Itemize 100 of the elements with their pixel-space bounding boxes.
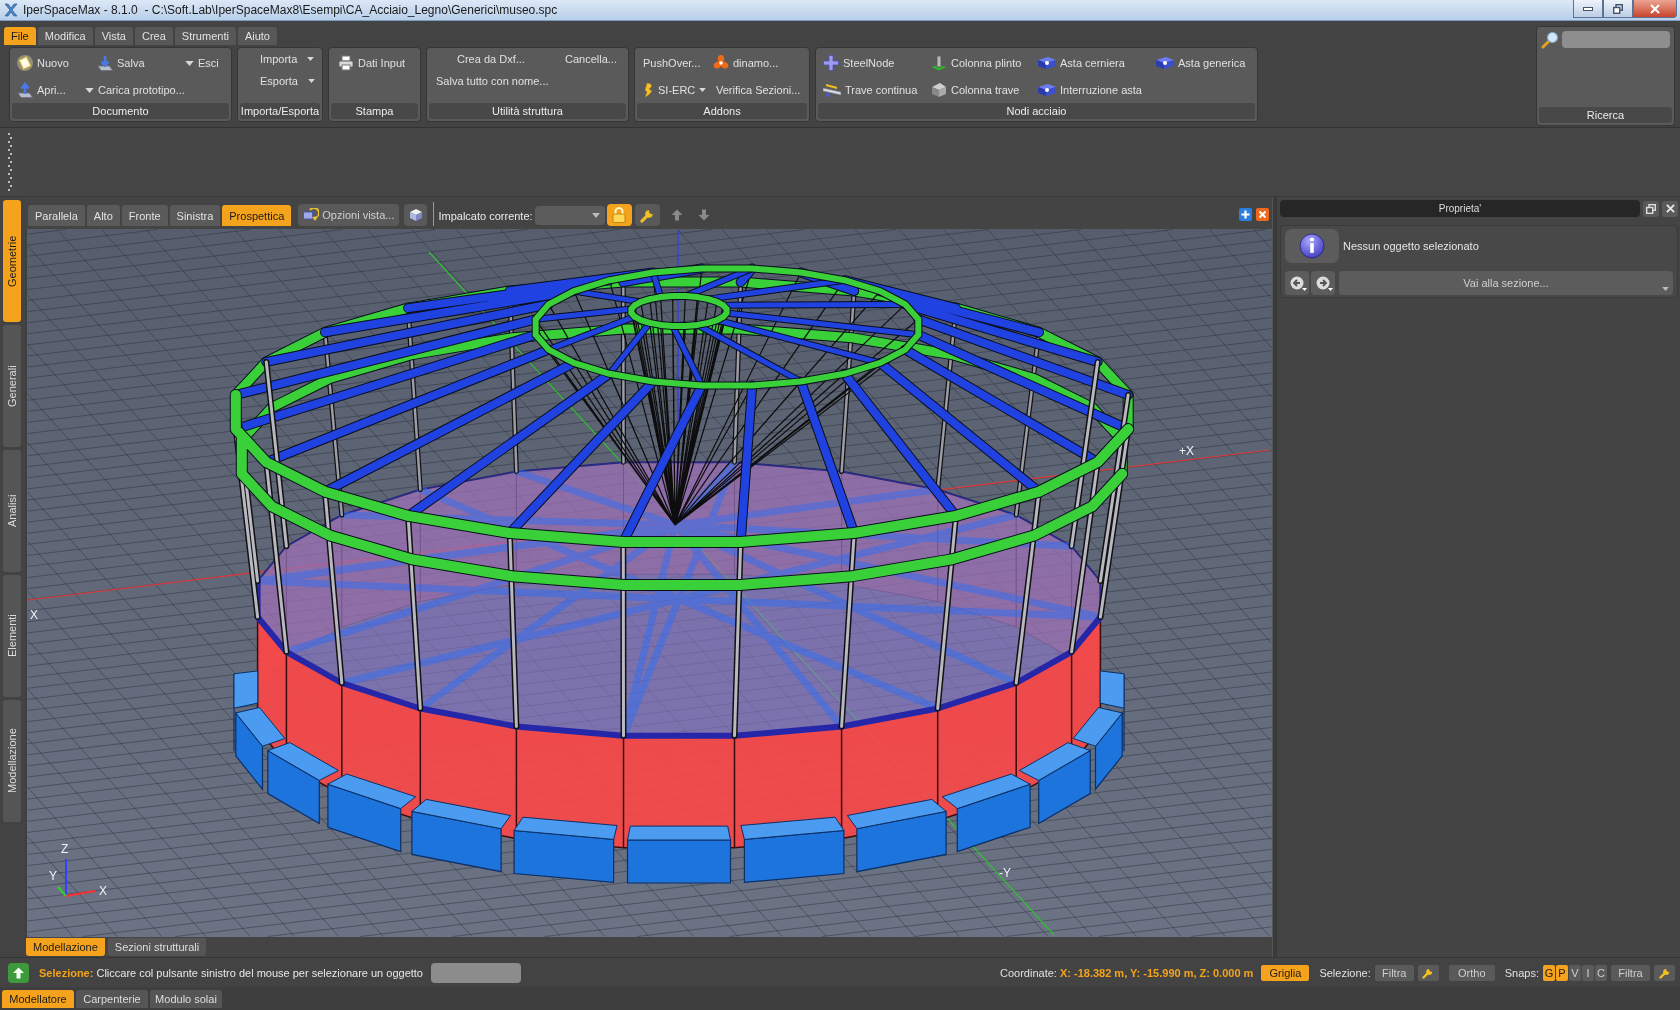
ribbon-button[interactable]: Cancella...	[565, 53, 617, 65]
arrow-up-icon	[13, 966, 24, 979]
menu-item[interactable]: Crea	[134, 27, 173, 45]
ribbon-button[interactable]: Esporta	[260, 75, 315, 87]
view-tab[interactable]: Prospettica	[222, 205, 292, 226]
section-dropdown[interactable]: Vai alla sezione...	[1339, 271, 1673, 295]
ribbon-button[interactable]: Apri...	[17, 82, 66, 98]
app-logo-icon	[4, 3, 18, 17]
view-tab[interactable]: Sinistra	[169, 205, 221, 226]
ribbon-button[interactable]: Nuovo	[17, 55, 69, 71]
cross-node-icon	[823, 55, 839, 71]
view-options-button[interactable]: Opzioni vista...	[298, 204, 400, 226]
ribbon-button[interactable]: Asta cerniera	[1038, 56, 1125, 70]
module-tab[interactable]: Modellatore	[2, 990, 74, 1008]
snaps-label: Snaps:	[1504, 966, 1539, 979]
ribbon-button[interactable]: Salva	[97, 55, 145, 71]
side-tab[interactable]: Analisi	[3, 450, 21, 572]
menu-item[interactable]: Vista	[94, 27, 133, 45]
viewport-canvas[interactable]: +X X -Y Z Y X	[27, 229, 1272, 937]
ribbon-button[interactable]: Verifica Sezioni...	[716, 84, 801, 96]
arrow-up-icon[interactable]	[670, 209, 683, 221]
filter-button[interactable]: Filtra	[1611, 964, 1650, 981]
ribbon-button[interactable]: SteelNode	[823, 55, 895, 71]
ribbon-button[interactable]: Asta generica	[1156, 56, 1246, 70]
group-title: Documento	[12, 103, 229, 119]
wrench-icon	[639, 207, 655, 223]
snap-toggle[interactable]: P	[1556, 964, 1568, 981]
close-button[interactable]	[1633, 0, 1677, 18]
restore-button[interactable]	[1643, 200, 1659, 217]
view-mode-tab[interactable]: Sezioni strutturali	[107, 938, 207, 956]
side-tab[interactable]: Generali	[3, 325, 21, 447]
grip-dots-icon	[8, 133, 12, 191]
ribbon-button[interactable]: Dati Input	[338, 55, 406, 71]
caret-down-icon	[307, 57, 315, 61]
column-beam-icon	[931, 82, 947, 98]
minimize-button[interactable]	[1573, 0, 1603, 18]
lock-button[interactable]	[606, 204, 632, 226]
menu-item[interactable]: Modifica	[37, 27, 93, 45]
side-tab[interactable]: Elementi	[3, 575, 21, 697]
side-tab[interactable]: Modellazione	[3, 700, 21, 822]
ribbon-button[interactable]: Interruzione asta	[1038, 83, 1142, 97]
cube-button[interactable]	[404, 204, 428, 226]
column-on-base-icon	[931, 55, 947, 71]
menu-item[interactable]: Strumenti	[174, 27, 236, 45]
selection-label: Selezione:	[1319, 966, 1371, 979]
beam-on-supports-icon	[823, 83, 841, 97]
menu-item[interactable]: Aiuto	[237, 27, 277, 45]
axis-triad-drawing	[57, 858, 96, 897]
close-icon	[1650, 3, 1660, 14]
group-title: Utilità struttura	[429, 103, 626, 119]
wrench-button[interactable]	[634, 204, 660, 226]
ribbon-button[interactable]: SI-ERC	[644, 82, 707, 98]
module-tab[interactable]: Carpenterie	[76, 990, 148, 1008]
search-field[interactable]	[1562, 31, 1670, 48]
grid-toggle[interactable]: Griglia	[1261, 964, 1310, 981]
arrow-up-tray-icon	[17, 82, 33, 98]
wrench-button[interactable]	[1417, 964, 1439, 981]
ribbon-button[interactable]: Colonna trave	[931, 82, 1020, 98]
view-mode-tab[interactable]: Modellazione	[26, 938, 105, 956]
arrow-down-icon[interactable]	[697, 209, 710, 221]
close-icon[interactable]	[1256, 208, 1269, 221]
status-field[interactable]	[431, 962, 521, 983]
ribbon-button[interactable]: PushOver...	[643, 57, 701, 69]
view-options-icon	[303, 208, 320, 222]
ribbon-button[interactable]: Trave continua	[823, 83, 918, 97]
caret-down-icon	[591, 213, 600, 218]
filter-button[interactable]: Filtra	[1374, 964, 1414, 981]
arrow-up-button[interactable]	[8, 962, 29, 983]
ribbon-button[interactable]: Carica prototipo...	[85, 84, 185, 96]
ribbon-button[interactable]: Crea da Dxf...	[457, 53, 525, 65]
restore-button[interactable]	[1603, 0, 1633, 18]
snap-toggle[interactable]: G	[1543, 964, 1555, 981]
snap-toggle[interactable]: C	[1595, 964, 1607, 981]
ribbon-button[interactable]: dinamo...	[713, 55, 779, 71]
snap-toggle[interactable]: V	[1569, 964, 1581, 981]
arrow-right-icon	[1316, 275, 1333, 291]
snap-toggle[interactable]: I	[1582, 964, 1594, 981]
side-tab[interactable]: Geometrie	[3, 200, 21, 322]
printer-icon	[338, 55, 354, 71]
beam-joint-icon	[1038, 56, 1056, 70]
plus-icon[interactable]	[1239, 208, 1252, 221]
view-tab[interactable]: Alto	[86, 205, 120, 226]
forward-button[interactable]	[1311, 271, 1335, 295]
back-button[interactable]	[1285, 271, 1309, 295]
axis-label: Y	[49, 869, 57, 883]
view-tab[interactable]: Fronte	[121, 205, 168, 226]
ribbon-button[interactable]: Colonna plinto	[931, 55, 1022, 71]
ribbon-button[interactable]: Salva tutto con nome...	[436, 75, 549, 87]
close-button[interactable]	[1662, 200, 1678, 217]
menu-item[interactable]: File	[4, 27, 36, 45]
group-title: Addons	[637, 103, 807, 119]
caret-down-icon	[85, 87, 94, 93]
wrench-button[interactable]	[1654, 964, 1675, 981]
ribbon-button[interactable]: Esci	[185, 57, 219, 69]
group-title: Stampa	[331, 103, 418, 119]
ortho-toggle[interactable]: Ortho	[1448, 964, 1495, 981]
ribbon-button[interactable]: Importa	[260, 53, 315, 65]
restore-icon	[1613, 3, 1623, 14]
module-tab[interactable]: Modulo solai	[150, 990, 222, 1008]
view-tab[interactable]: Parallela	[28, 205, 85, 226]
